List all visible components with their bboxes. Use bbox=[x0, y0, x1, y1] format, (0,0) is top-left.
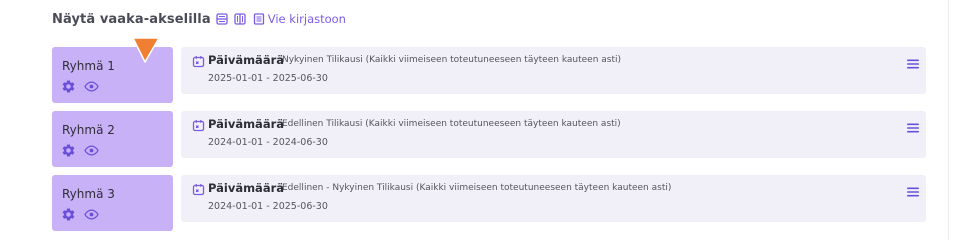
menu-icon[interactable] bbox=[906, 186, 920, 198]
group-label: Ryhmä 2 bbox=[62, 123, 115, 137]
group-box[interactable]: Ryhmä 3 bbox=[52, 175, 173, 231]
gear-icon[interactable] bbox=[61, 143, 76, 158]
pointer-cursor-icon bbox=[131, 36, 161, 66]
group-box[interactable]: Ryhmä 2 bbox=[52, 111, 173, 167]
eye-icon[interactable] bbox=[84, 143, 99, 158]
date-filter-card[interactable]: Päivämäärä Nykyinen Tilikausi (Kaikki vi… bbox=[181, 47, 926, 94]
gear-icon[interactable] bbox=[61, 207, 76, 222]
filter-date-range: 2024-01-01 - 2025-06-30 bbox=[208, 201, 328, 212]
group-row: Ryhmä 2 Päivämäärä Edellinen Tilikausi (… bbox=[52, 111, 926, 167]
eye-icon[interactable] bbox=[84, 207, 99, 222]
eye-icon[interactable] bbox=[84, 79, 99, 94]
calendar-icon bbox=[192, 183, 205, 196]
filter-title: Päivämäärä bbox=[208, 53, 285, 67]
filter-title: Päivämäärä bbox=[208, 117, 285, 131]
library-icon[interactable] bbox=[253, 13, 266, 26]
group-row: Ryhmä 3 Päivämäärä Edellinen - Nykyinen … bbox=[52, 175, 926, 231]
calendar-icon bbox=[192, 55, 205, 68]
filter-description: Nykyinen Tilikausi (Kaikki viimeiseen to… bbox=[282, 55, 622, 65]
date-filter-card[interactable]: Päivämäärä Edellinen - Nykyinen Tilikaus… bbox=[181, 175, 926, 222]
menu-icon[interactable] bbox=[906, 58, 920, 70]
export-to-library-link[interactable]: Vie kirjastoon bbox=[268, 12, 346, 26]
filter-date-range: 2025-01-01 - 2025-06-30 bbox=[208, 73, 328, 84]
filter-date-range: 2024-01-01 - 2024-06-30 bbox=[208, 137, 328, 148]
axis-header: Näytä vaaka-akselilla Vie kirjastoon bbox=[52, 9, 346, 29]
group-row: Ryhmä 1 Päivämäärä Nykyinen Tilikausi (K… bbox=[52, 47, 926, 103]
axis-header-title: Näytä vaaka-akselilla bbox=[52, 11, 211, 27]
filter-description: Edellinen - Nykyinen Tilikausi (Kaikki v… bbox=[282, 183, 672, 193]
calendar-icon bbox=[192, 119, 205, 132]
menu-icon[interactable] bbox=[906, 122, 920, 134]
group-label: Ryhmä 3 bbox=[62, 187, 115, 201]
group-label: Ryhmä 1 bbox=[62, 59, 115, 73]
filter-title: Päivämäärä bbox=[208, 181, 285, 195]
filter-description: Edellinen Tilikausi (Kaikki viimeiseen t… bbox=[282, 119, 621, 129]
right-divider bbox=[948, 0, 949, 240]
date-filter-card[interactable]: Päivämäärä Edellinen Tilikausi (Kaikki v… bbox=[181, 111, 926, 158]
horizontal-layout-icon[interactable] bbox=[216, 13, 229, 26]
vertical-layout-icon[interactable] bbox=[234, 13, 247, 26]
gear-icon[interactable] bbox=[61, 79, 76, 94]
